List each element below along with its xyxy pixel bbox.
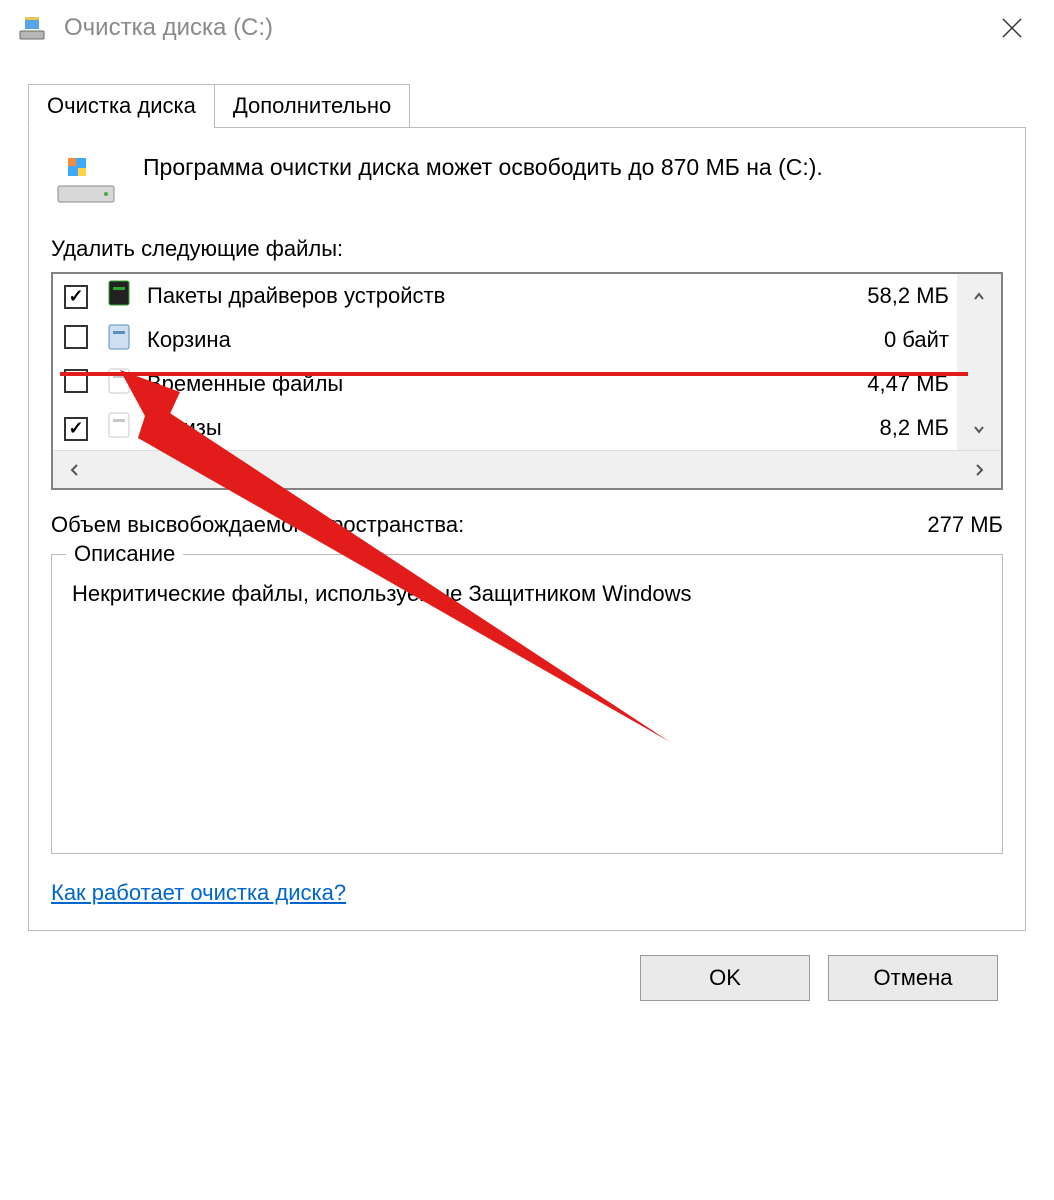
total-label: Объем высвобождаемого пространства:: [51, 512, 464, 538]
drive-icon: [51, 150, 121, 210]
file-checkbox[interactable]: [64, 417, 88, 441]
file-name: Эскизы: [139, 406, 763, 450]
file-checkbox[interactable]: [64, 369, 88, 393]
file-type-icon: [99, 318, 139, 362]
file-size: 58,2 МБ: [763, 274, 957, 318]
vertical-scrollbar-segment[interactable]: [957, 406, 1001, 450]
close-icon: [1001, 17, 1023, 39]
file-checkbox[interactable]: [64, 325, 88, 349]
disk-cleanup-icon: [14, 10, 50, 46]
file-size: 8,2 МБ: [763, 406, 957, 450]
button-row: OK Отмена: [28, 931, 1026, 1001]
close-button[interactable]: [984, 8, 1040, 48]
description-group: Описание Некритические файлы, используем…: [51, 554, 1003, 854]
file-list-row[interactable]: Временные файлы4,47 МБ: [53, 362, 1001, 406]
tab-cleanup[interactable]: Очистка диска: [28, 84, 215, 128]
total-value: 277 МБ: [927, 512, 1003, 538]
total-row: Объем высвобождаемого пространства: 277 …: [51, 512, 1003, 538]
description-legend: Описание: [66, 541, 183, 567]
scroll-right-icon[interactable]: [957, 451, 1001, 488]
description-body: Некритические файлы, используемые Защитн…: [72, 575, 982, 607]
cancel-button[interactable]: Отмена: [828, 955, 998, 1001]
scroll-left-icon[interactable]: [53, 451, 97, 488]
file-size: 4,47 МБ: [763, 362, 957, 406]
file-checkbox[interactable]: [64, 285, 88, 309]
file-list: Пакеты драйверов устройств58,2 МБКорзина…: [51, 272, 1003, 490]
file-name: Корзина: [139, 318, 763, 362]
window-title: Очистка диска (C:): [64, 14, 273, 42]
scrollbar-track[interactable]: [97, 451, 957, 488]
files-label: Удалить следующие файлы:: [51, 236, 1003, 262]
vertical-scrollbar-segment[interactable]: [957, 362, 1001, 406]
dialog-body: Очистка диска Дополнительно Программа оч…: [0, 56, 1054, 1001]
horizontal-scrollbar[interactable]: [53, 450, 1001, 488]
summary-text: Программа очистки диска может освободить…: [143, 150, 823, 185]
file-list-row[interactable]: Корзина0 байт: [53, 318, 1001, 362]
ok-button[interactable]: OK: [640, 955, 810, 1001]
tab-panel-cleanup: Программа очистки диска может освободить…: [28, 127, 1026, 931]
help-link[interactable]: Как работает очистка диска?: [51, 880, 346, 906]
file-type-icon: [99, 362, 139, 406]
file-list-row[interactable]: Пакеты драйверов устройств58,2 МБ: [53, 274, 1001, 318]
titlebar: Очистка диска (C:): [0, 0, 1054, 56]
file-name: Временные файлы: [139, 362, 763, 406]
tab-strip: Очистка диска Дополнительно: [28, 84, 1026, 128]
summary-row: Программа очистки диска может освободить…: [51, 150, 1003, 210]
tab-more-options[interactable]: Дополнительно: [214, 84, 410, 128]
file-type-icon: [99, 406, 139, 450]
vertical-scrollbar-segment[interactable]: [957, 274, 1001, 318]
file-name: Пакеты драйверов устройств: [139, 274, 763, 318]
file-list-row[interactable]: Эскизы8,2 МБ: [53, 406, 1001, 450]
vertical-scrollbar-segment[interactable]: [957, 318, 1001, 362]
file-size: 0 байт: [763, 318, 957, 362]
file-type-icon: [99, 274, 139, 318]
